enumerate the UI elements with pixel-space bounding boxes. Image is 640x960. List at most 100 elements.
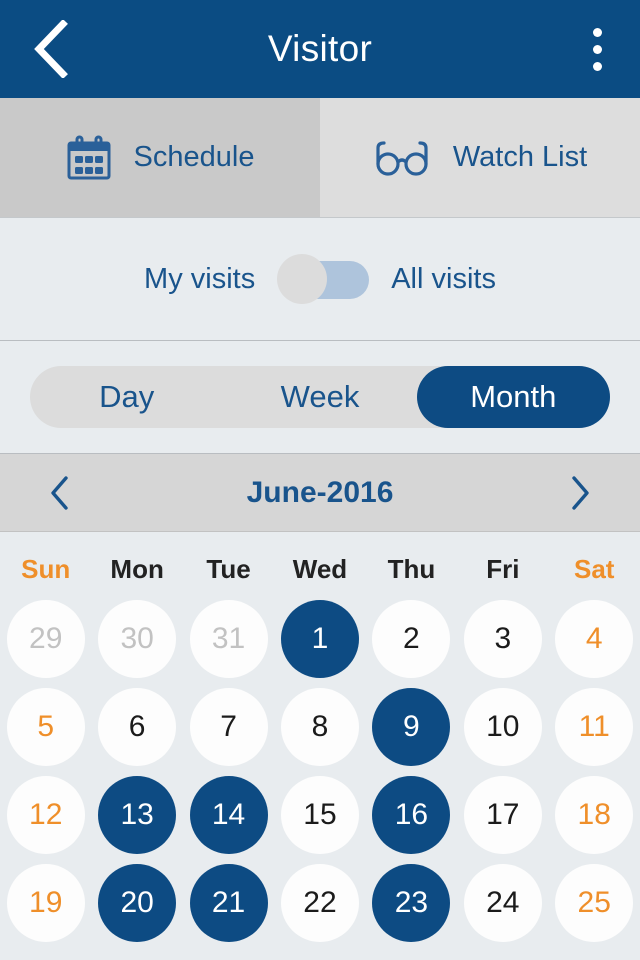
visits-toggle-switch[interactable] xyxy=(277,254,370,304)
calendar-day-cell[interactable]: 18 xyxy=(549,776,640,854)
calendar-day-cell[interactable]: 9 xyxy=(366,688,457,766)
calendar-day-cell[interactable]: 19 xyxy=(0,864,91,942)
calendar-day-cell[interactable]: 30 xyxy=(91,600,182,678)
tab-watch-list[interactable]: Watch List xyxy=(320,98,640,217)
weekday-label-tue: Tue xyxy=(206,554,251,584)
day-19[interactable]: 19 xyxy=(6,864,85,942)
calendar-week-row: 29 30 31 1 2 3 4 xyxy=(0,595,640,683)
calendar-day-cell[interactable]: 20 xyxy=(91,864,182,942)
toggle-knob xyxy=(277,254,328,304)
day-12[interactable]: 12 xyxy=(6,776,85,854)
day-23-selected[interactable]: 23 xyxy=(372,864,451,942)
calendar-day-cell[interactable]: 6 xyxy=(91,688,182,766)
next-month-button[interactable] xyxy=(552,465,608,521)
back-button[interactable] xyxy=(22,15,78,83)
day-16-selected[interactable]: 16 xyxy=(372,776,451,854)
calendar-day-cell[interactable]: 31 xyxy=(183,600,274,678)
calendar-day-cell[interactable]: 10 xyxy=(457,688,548,766)
chevron-left-icon xyxy=(34,20,68,78)
month-title: June-2016 xyxy=(246,475,394,509)
calendar-day-cell[interactable]: 17 xyxy=(457,776,548,854)
weekday-label-wed: Wed xyxy=(292,554,348,584)
glasses-icon xyxy=(373,138,431,178)
calendar-day-cell[interactable]: 21 xyxy=(183,864,274,942)
day-30[interactable]: 30 xyxy=(98,600,177,678)
day-2[interactable]: 2 xyxy=(372,600,451,678)
day-15[interactable]: 15 xyxy=(280,776,359,854)
calendar-day-cell[interactable]: 25 xyxy=(549,864,640,942)
calendar-day-cell[interactable]: 16 xyxy=(366,776,457,854)
calendar-grid: Sun Mon Tue Wed Thu Fri Sat 29 30 31 1 2 3 4 5 6 7 8 9 10 1… xyxy=(0,532,640,947)
calendar-day-cell[interactable]: 24 xyxy=(457,864,548,942)
day-14-selected[interactable]: 14 xyxy=(189,776,268,854)
view-selector-row: Day Week Month xyxy=(0,341,640,454)
chevron-right-icon xyxy=(572,475,589,510)
calendar-week-row: 19 20 21 22 23 24 25 xyxy=(0,859,640,947)
day-29[interactable]: 29 xyxy=(6,600,85,678)
calendar-day-cell[interactable]: 11 xyxy=(549,688,640,766)
calendar-day-cell[interactable]: 22 xyxy=(274,864,365,942)
day-11[interactable]: 11 xyxy=(555,688,634,766)
calendar-day-cell[interactable]: 13 xyxy=(91,776,182,854)
chevron-left-icon xyxy=(51,475,68,510)
month-navigation: June-2016 xyxy=(0,454,640,532)
weekday-label-thu: Thu xyxy=(387,554,436,584)
my-visits-label[interactable]: My visits xyxy=(144,263,255,296)
weekday-label-sat: Sat xyxy=(574,554,615,584)
calendar-day-cell[interactable]: 7 xyxy=(183,688,274,766)
calendar-day-cell[interactable]: 15 xyxy=(274,776,365,854)
day-4[interactable]: 4 xyxy=(555,600,634,678)
more-vertical-icon-dot xyxy=(592,44,602,54)
calendar-day-cell[interactable]: 1 xyxy=(274,600,365,678)
calendar-weeks: 29 30 31 1 2 3 4 5 6 7 8 9 10 11 12 13 14 15 16 17 18 19 20 21 2… xyxy=(0,595,640,947)
visitor-screen: Visitor Schedule Watch List My visits Al… xyxy=(0,0,640,960)
all-visits-label[interactable]: All visits xyxy=(391,263,496,296)
calendar-week-row: 12 13 14 15 16 17 18 xyxy=(0,771,640,859)
day-22[interactable]: 22 xyxy=(280,864,359,942)
tab-bar: Schedule Watch List xyxy=(0,98,640,218)
day-13-selected[interactable]: 13 xyxy=(98,776,177,854)
calendar-day-cell[interactable]: 4 xyxy=(549,600,640,678)
weekday-label-sun: Sun xyxy=(21,554,71,584)
view-option-month[interactable]: Month xyxy=(416,366,610,428)
app-header: Visitor xyxy=(0,0,640,98)
day-8[interactable]: 8 xyxy=(280,688,359,766)
calendar-day-cell[interactable]: 23 xyxy=(366,864,457,942)
tab-watch-list-label: Watch List xyxy=(452,141,588,173)
overflow-menu-button[interactable] xyxy=(576,19,618,79)
day-3[interactable]: 3 xyxy=(463,600,542,678)
calendar-day-cell[interactable]: 2 xyxy=(366,600,457,678)
calendar-day-cell[interactable]: 3 xyxy=(457,600,548,678)
page-title: Visitor xyxy=(267,28,373,69)
day-24[interactable]: 24 xyxy=(463,864,542,942)
visits-filter-row: My visits All visits xyxy=(0,218,640,341)
calendar-day-cell[interactable]: 29 xyxy=(0,600,91,678)
day-5[interactable]: 5 xyxy=(6,688,85,766)
day-20-selected[interactable]: 20 xyxy=(98,864,177,942)
weekday-label-fri: Fri xyxy=(486,554,520,584)
tab-schedule-label: Schedule xyxy=(133,141,255,173)
tab-schedule[interactable]: Schedule xyxy=(0,98,320,217)
day-21-selected[interactable]: 21 xyxy=(189,864,268,942)
day-31[interactable]: 31 xyxy=(189,600,268,678)
view-selector: Day Week Month xyxy=(30,366,610,428)
view-option-day[interactable]: Day xyxy=(30,366,223,428)
day-10[interactable]: 10 xyxy=(463,688,542,766)
day-9-selected[interactable]: 9 xyxy=(372,688,451,766)
more-vertical-icon-dot xyxy=(592,61,602,71)
calendar-day-cell[interactable]: 8 xyxy=(274,688,365,766)
weekday-header-row: Sun Mon Tue Wed Thu Fri Sat xyxy=(0,548,640,595)
day-25[interactable]: 25 xyxy=(555,864,634,942)
calendar-day-cell[interactable]: 14 xyxy=(183,776,274,854)
calendar-day-cell[interactable]: 5 xyxy=(0,688,91,766)
previous-month-button[interactable] xyxy=(32,465,88,521)
day-6[interactable]: 6 xyxy=(98,688,177,766)
day-18[interactable]: 18 xyxy=(555,776,634,854)
calendar-week-row: 5 6 7 8 9 10 11 xyxy=(0,683,640,771)
day-1-selected[interactable]: 1 xyxy=(280,600,359,678)
day-17[interactable]: 17 xyxy=(463,776,542,854)
calendar-icon xyxy=(66,135,112,181)
day-7[interactable]: 7 xyxy=(189,688,268,766)
view-option-week[interactable]: Week xyxy=(223,366,416,428)
calendar-day-cell[interactable]: 12 xyxy=(0,776,91,854)
